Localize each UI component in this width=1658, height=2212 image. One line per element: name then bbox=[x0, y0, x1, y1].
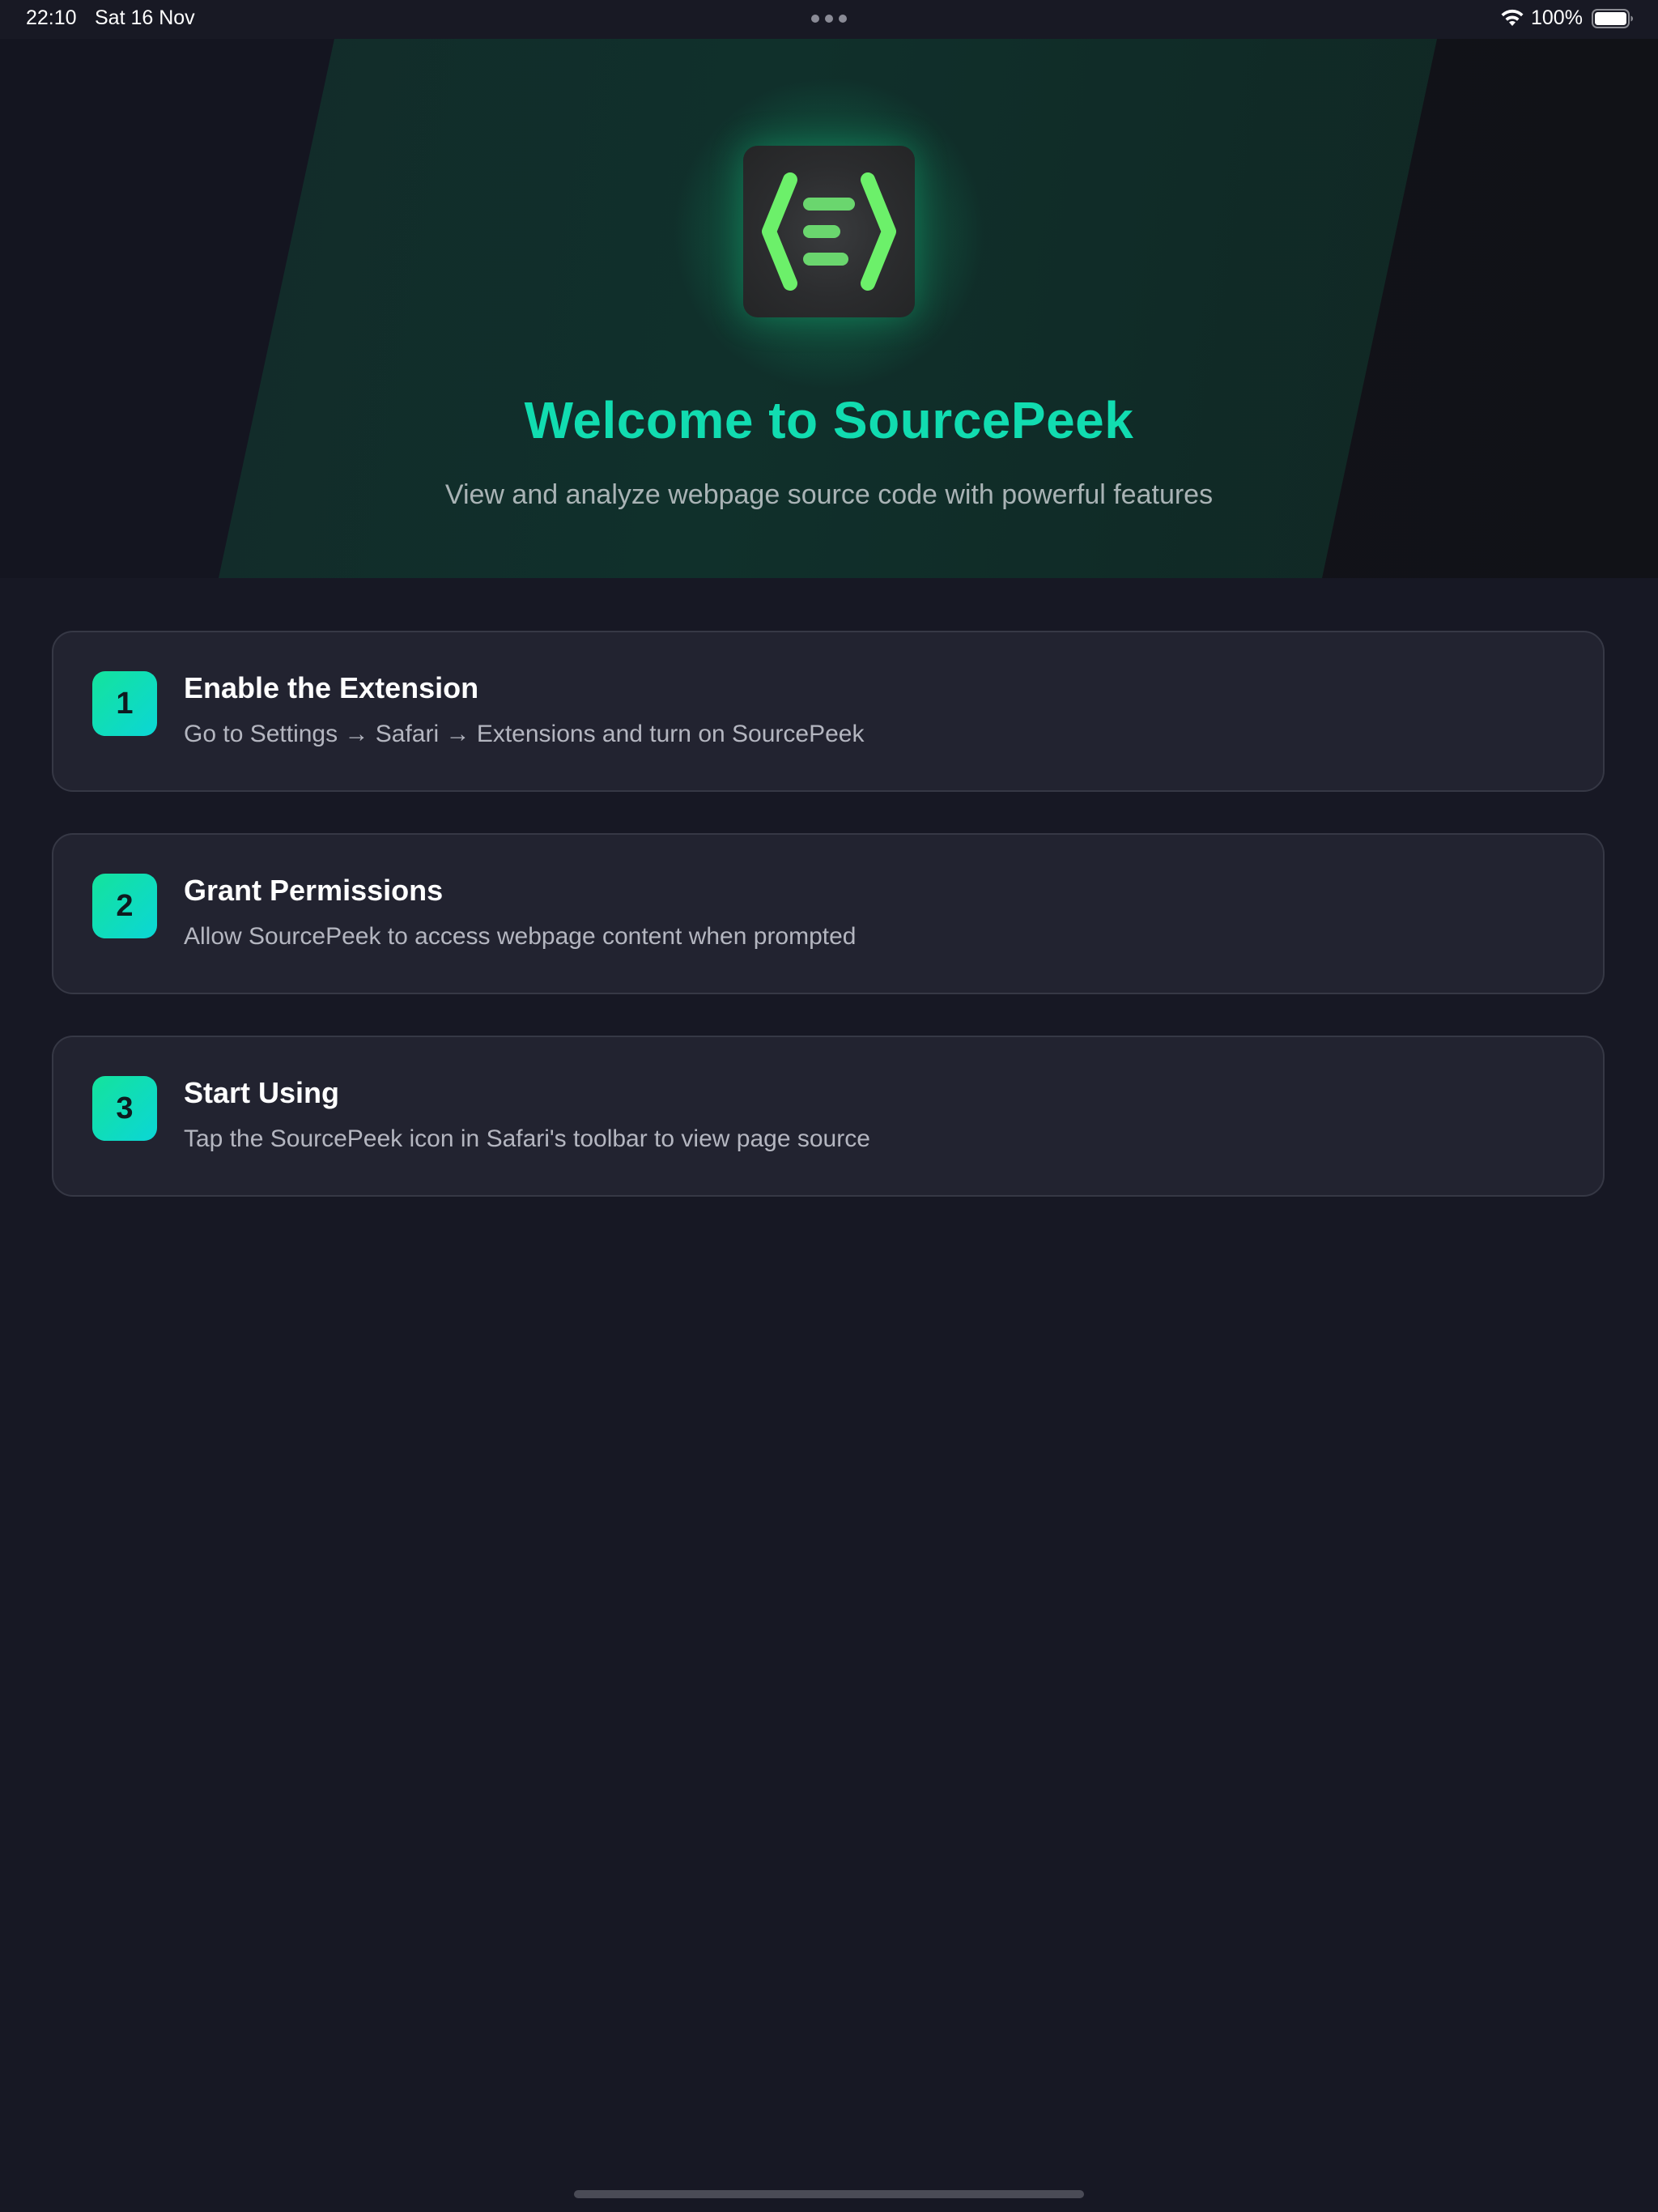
step-title: Grant Permissions bbox=[184, 874, 444, 907]
step-number-badge: 2 bbox=[92, 874, 157, 938]
code-brackets-icon bbox=[762, 172, 896, 291]
step-number-badge: 3 bbox=[92, 1076, 157, 1141]
step-title: Enable the Extension bbox=[184, 671, 479, 704]
step-card-enable-extension: 1 Enable the Extension Go to Settings → … bbox=[52, 631, 1605, 792]
page-title: Welcome to SourcePeek bbox=[524, 391, 1134, 449]
step-card-grant-permissions: 2 Grant Permissions Allow SourcePeek to … bbox=[52, 833, 1605, 994]
app-logo bbox=[743, 146, 915, 317]
battery-percentage: 100% bbox=[1531, 6, 1583, 29]
step-description: Go to Settings → Safari → Extensions and… bbox=[184, 721, 865, 747]
status-bar: 22:10 Sat 16 Nov 100% bbox=[0, 0, 1658, 39]
step-card-start-using: 3 Start Using Tap the SourcePeek icon in… bbox=[52, 1036, 1605, 1197]
wifi-icon bbox=[1501, 9, 1524, 26]
page-subtitle: View and analyze webpage source code wit… bbox=[444, 479, 1214, 510]
step-number-badge: 1 bbox=[92, 671, 157, 736]
step-title: Start Using bbox=[184, 1076, 340, 1109]
status-date: Sat 16 Nov bbox=[95, 6, 195, 29]
home-indicator[interactable] bbox=[574, 2190, 1084, 2198]
step-description: Tap the SourcePeek icon in Safari's tool… bbox=[184, 1125, 870, 1152]
welcome-hero: Welcome to SourcePeek View and analyze w… bbox=[0, 39, 1658, 578]
battery-icon bbox=[1592, 9, 1633, 28]
multitasking-menu-icon[interactable] bbox=[811, 15, 847, 24]
step-description: Allow SourcePeek to access webpage conte… bbox=[184, 923, 857, 950]
status-time: 22:10 bbox=[26, 6, 77, 29]
